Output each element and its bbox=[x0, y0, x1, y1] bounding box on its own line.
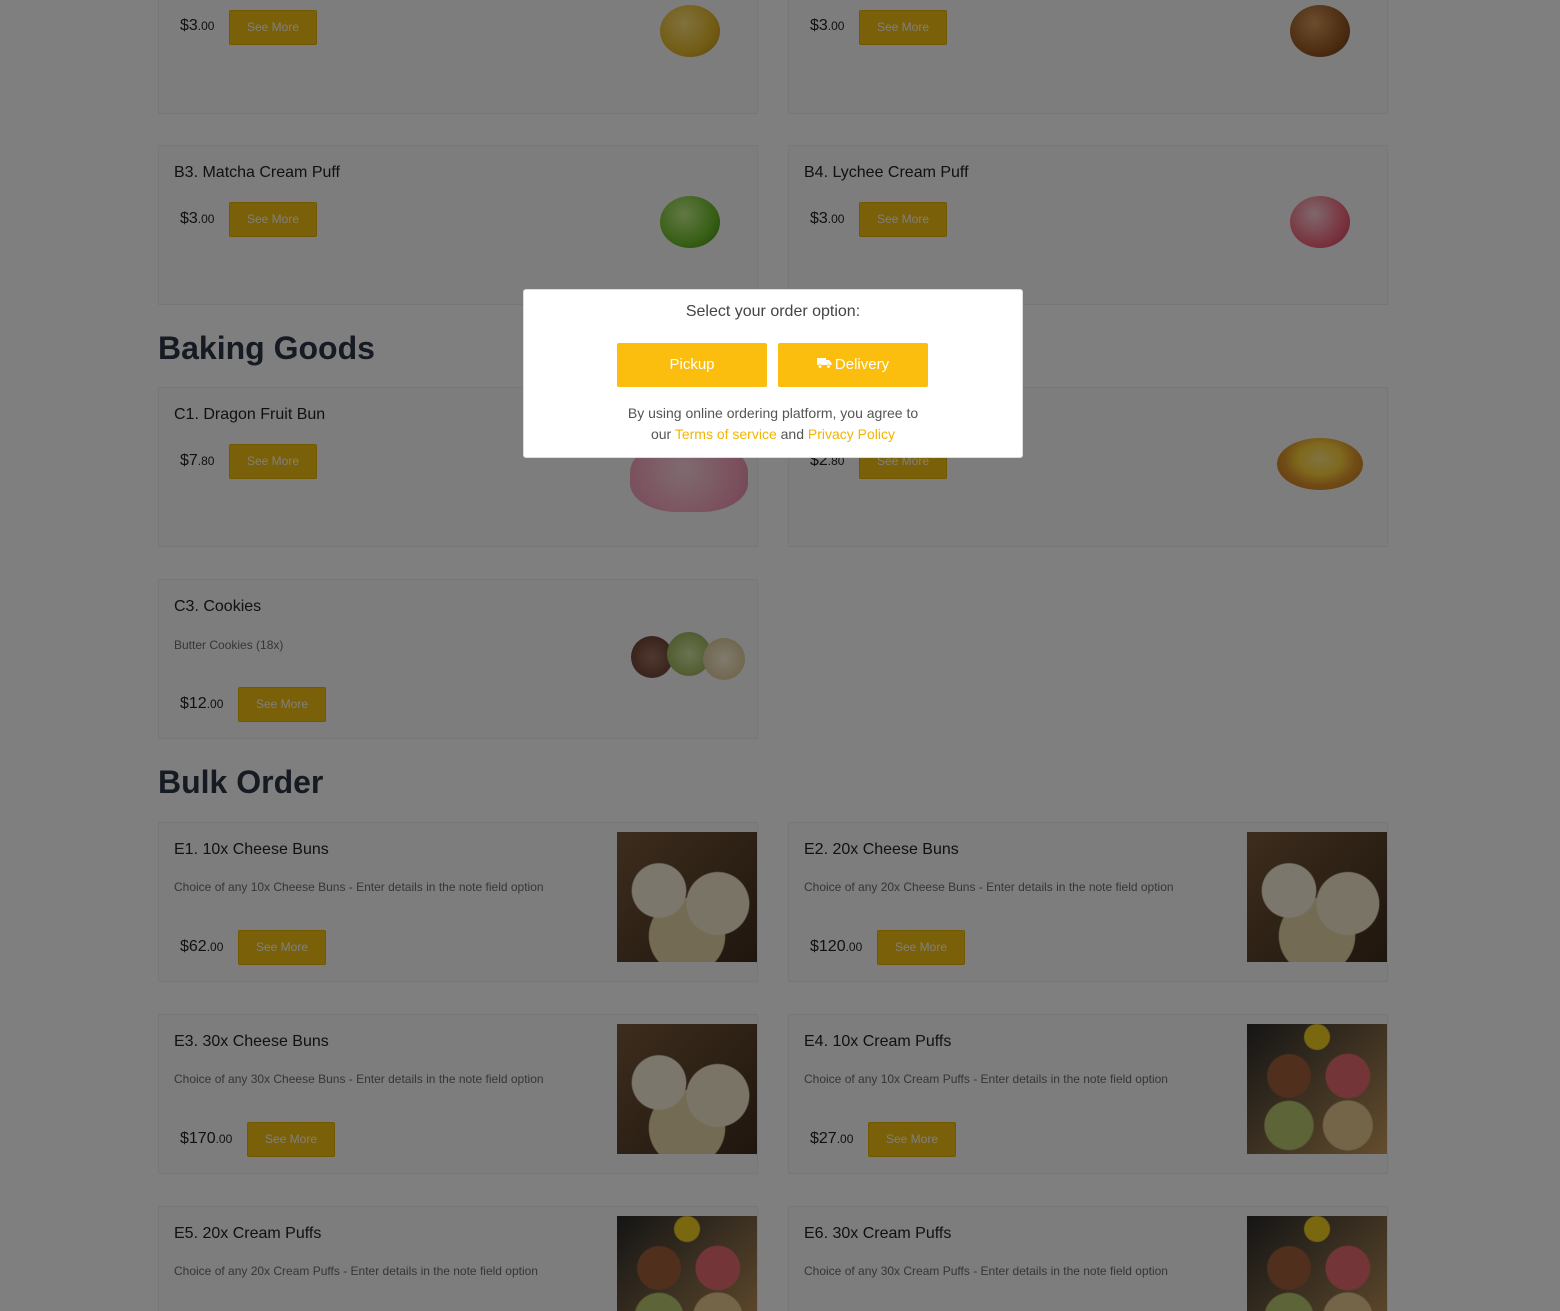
privacy-policy-link[interactable]: Privacy Policy bbox=[808, 426, 895, 442]
terms-notice: By using online ordering platform, you a… bbox=[524, 403, 1022, 445]
truck-icon bbox=[816, 343, 832, 387]
terms-our: our bbox=[650, 426, 672, 442]
order-option-modal: Select your order option: Pickup Deliver… bbox=[523, 289, 1023, 458]
pickup-button[interactable]: Pickup bbox=[617, 343, 767, 387]
terms-line-2: our Terms of service and Privacy Policy bbox=[524, 424, 1022, 445]
delivery-button[interactable]: Delivery bbox=[778, 343, 928, 387]
modal-backdrop[interactable] bbox=[0, 0, 1560, 1311]
terms-of-service-link[interactable]: Terms of service bbox=[675, 426, 777, 442]
modal-title: Select your order option: bbox=[685, 303, 861, 320]
terms-and: and bbox=[780, 426, 804, 442]
pickup-label: Pickup bbox=[669, 356, 715, 373]
delivery-label: Delivery bbox=[834, 356, 890, 373]
terms-line-1: By using online ordering platform, you a… bbox=[627, 405, 919, 421]
